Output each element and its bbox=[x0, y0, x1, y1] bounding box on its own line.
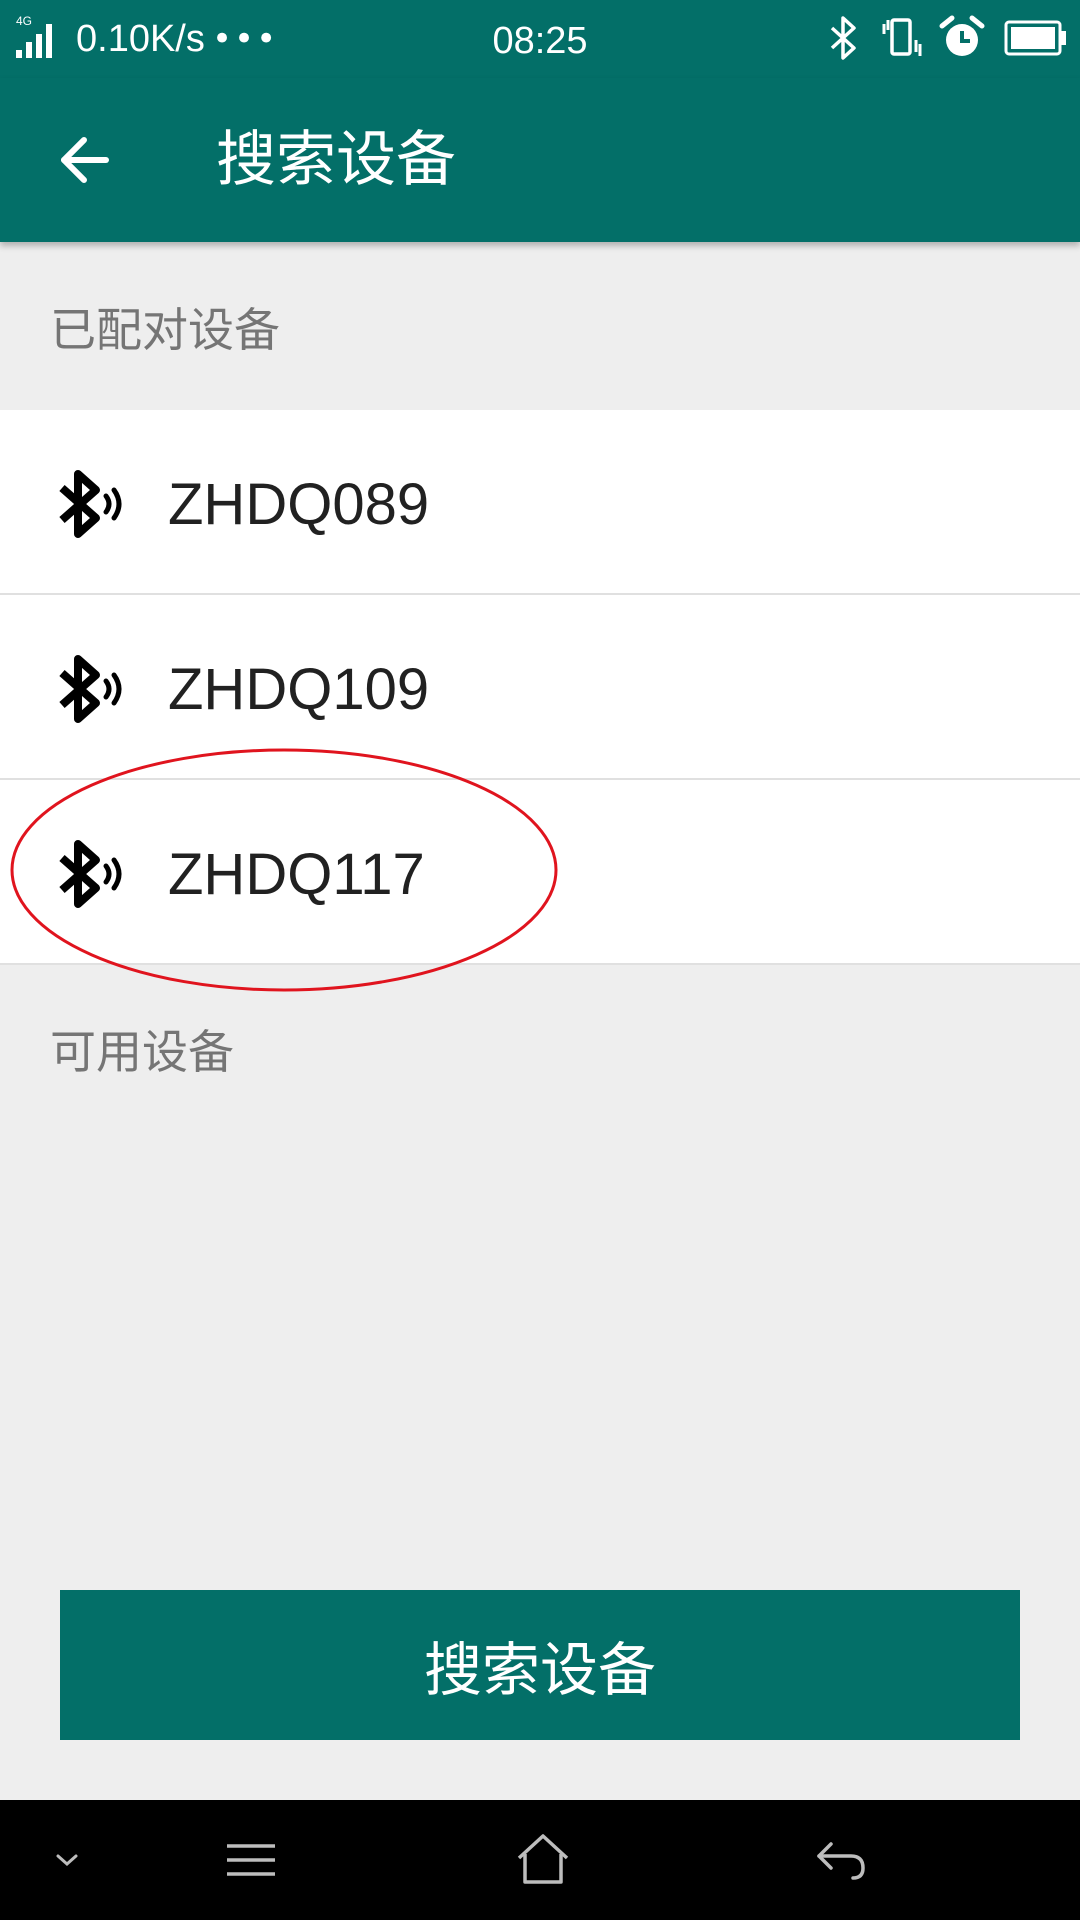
app-bar: 搜索设备 bbox=[0, 78, 1080, 242]
battery-icon bbox=[1004, 20, 1068, 60]
back-button[interactable] bbox=[44, 120, 124, 200]
network-type-label: 4G bbox=[16, 14, 32, 28]
paired-devices-header: 已配对设备 bbox=[50, 303, 280, 357]
device-name: ZHDQ109 bbox=[168, 657, 430, 722]
clock: 08:25 bbox=[492, 20, 588, 62]
net-speed: 0.10K/s bbox=[76, 18, 205, 60]
navigation-bar bbox=[0, 1800, 1080, 1920]
alarm-icon bbox=[938, 14, 986, 66]
device-name: ZHDQ089 bbox=[168, 472, 430, 537]
back-icon[interactable] bbox=[796, 1820, 886, 1900]
bluetooth-icon bbox=[826, 14, 862, 66]
more-notifications-dots: ••• bbox=[212, 19, 279, 59]
vibrate-icon bbox=[876, 14, 924, 66]
bluetooth-signal-icon bbox=[59, 840, 122, 908]
status-bar: 4G 0.10K/s ••• 08:25 bbox=[0, 0, 1080, 78]
paired-device-list: ZHDQ089 ZHDQ109 ZHDQ117 bbox=[0, 410, 1080, 965]
home-icon[interactable] bbox=[498, 1820, 588, 1900]
search-devices-button[interactable]: 搜索设备 bbox=[60, 1590, 1020, 1740]
page-title: 搜索设备 bbox=[216, 125, 456, 195]
bluetooth-signal-icon bbox=[59, 470, 122, 538]
bluetooth-signal-icon bbox=[59, 655, 122, 723]
chevron-down-icon[interactable] bbox=[22, 1820, 112, 1900]
device-item-zhdq089[interactable]: ZHDQ089 bbox=[0, 410, 1080, 595]
available-devices-header: 可用设备 bbox=[50, 1025, 234, 1079]
signal-icon: 4G bbox=[14, 14, 66, 58]
device-item-zhdq109[interactable]: ZHDQ109 bbox=[0, 595, 1080, 780]
device-item-zhdq117[interactable]: ZHDQ117 bbox=[0, 780, 1080, 965]
arrow-left-icon bbox=[61, 137, 109, 183]
menu-icon[interactable] bbox=[206, 1820, 296, 1900]
device-name: ZHDQ117 bbox=[168, 842, 425, 907]
